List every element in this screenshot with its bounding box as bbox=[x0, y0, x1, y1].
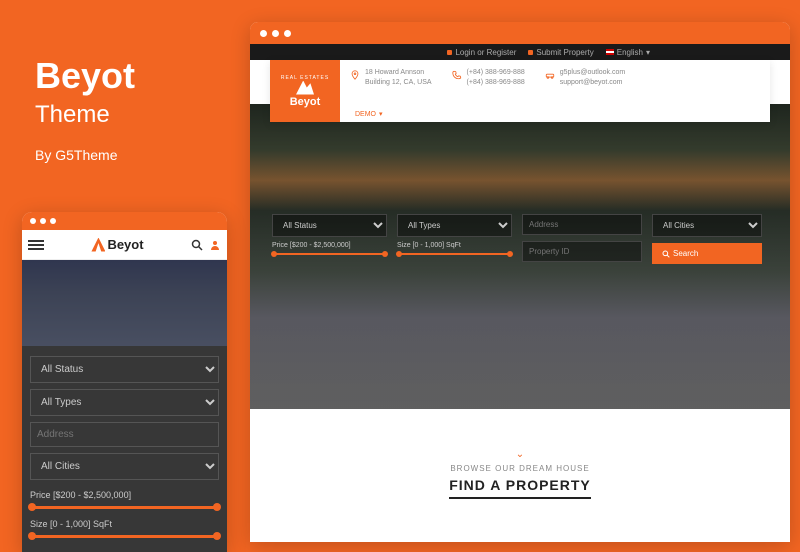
address-info: 18 Howard AnnsonBuilding 12, CA, USA bbox=[340, 68, 442, 114]
status-select[interactable]: All Status bbox=[272, 214, 387, 237]
price-slider[interactable] bbox=[30, 506, 219, 509]
promo-title: Beyot Theme By G5Theme bbox=[35, 55, 135, 163]
pin-icon bbox=[350, 70, 360, 80]
login-link[interactable]: Login or Register bbox=[447, 48, 516, 57]
theme-name: Beyot bbox=[35, 55, 135, 97]
section-subtitle: BROWSE OUR DREAM HOUSE bbox=[250, 464, 790, 473]
car-icon bbox=[545, 70, 555, 80]
flag-icon bbox=[606, 49, 614, 55]
logo-tagline: REAL ESTATES bbox=[281, 75, 329, 81]
logo[interactable]: Beyot bbox=[91, 237, 143, 252]
cities-select[interactable]: All Cities bbox=[652, 214, 762, 237]
mobile-hero-image bbox=[22, 260, 227, 346]
size-range-label: Size [0 - 1,000] SqFt bbox=[397, 242, 512, 249]
search-icon[interactable] bbox=[191, 239, 203, 251]
hero-section: All Status Price [$200 - $2,500,000] All… bbox=[250, 104, 790, 409]
logo[interactable]: REAL ESTATES Beyot bbox=[270, 60, 340, 122]
nav-demo[interactable]: DEMO▾ bbox=[355, 110, 383, 118]
section-heading: FIND A PROPERTY bbox=[449, 477, 591, 499]
cities-select[interactable]: All Cities bbox=[30, 453, 219, 480]
phone-info: (+84) 388-969-888(+84) 388-969-888 bbox=[442, 68, 535, 114]
window-controls bbox=[22, 212, 227, 230]
logo-text: Beyot bbox=[107, 237, 143, 252]
address-input[interactable] bbox=[522, 214, 642, 235]
header-bar: REAL ESTATES Beyot 18 Howard AnnsonBuild… bbox=[270, 60, 770, 122]
hamburger-icon[interactable] bbox=[28, 238, 44, 252]
mobile-header: Beyot bbox=[22, 230, 227, 260]
language-select[interactable]: English▾ bbox=[606, 48, 650, 57]
window-controls bbox=[250, 22, 790, 44]
email-info: g5plus@outlook.comsupport@beyot.com bbox=[535, 68, 635, 114]
price-slider[interactable] bbox=[272, 253, 387, 255]
mobile-preview: Beyot All Status All Types All Cities Pr… bbox=[22, 212, 227, 552]
lock-icon bbox=[447, 50, 452, 55]
find-property-section: ⌄ BROWSE OUR DREAM HOUSE FIND A PROPERTY bbox=[250, 409, 790, 519]
types-select[interactable]: All Types bbox=[30, 389, 219, 416]
property-id-input[interactable] bbox=[522, 241, 642, 262]
status-select[interactable]: All Status bbox=[30, 356, 219, 383]
user-icon[interactable] bbox=[209, 239, 221, 251]
logo-mark-icon bbox=[91, 238, 105, 252]
utility-bar: Login or Register Submit Property Englis… bbox=[250, 44, 790, 60]
chevron-down-icon: ▾ bbox=[646, 48, 650, 57]
size-range-label: Size [0 - 1,000] SqFt bbox=[30, 519, 219, 529]
phone-icon bbox=[452, 70, 462, 80]
search-icon bbox=[662, 250, 670, 258]
theme-author: By G5Theme bbox=[35, 147, 135, 163]
address-input[interactable] bbox=[30, 422, 219, 447]
chevron-down-icon: ▾ bbox=[379, 110, 383, 118]
logo-text: Beyot bbox=[290, 96, 321, 108]
price-range-label: Price [$200 - $2,500,000] bbox=[272, 242, 387, 249]
search-button[interactable]: Search bbox=[652, 243, 762, 264]
logo-mark-icon bbox=[296, 81, 314, 95]
submit-property-link[interactable]: Submit Property bbox=[528, 48, 593, 57]
desktop-preview: Login or Register Submit Property Englis… bbox=[250, 22, 790, 542]
size-slider[interactable] bbox=[30, 535, 219, 538]
price-range-label: Price [$200 - $2,500,000] bbox=[30, 490, 219, 500]
mobile-search-panel: All Status All Types All Cities Price [$… bbox=[22, 346, 227, 552]
chevron-down-icon: ⌄ bbox=[250, 449, 790, 460]
size-slider[interactable] bbox=[397, 253, 512, 255]
theme-sub: Theme bbox=[35, 101, 135, 129]
upload-icon bbox=[528, 50, 533, 55]
types-select[interactable]: All Types bbox=[397, 214, 512, 237]
